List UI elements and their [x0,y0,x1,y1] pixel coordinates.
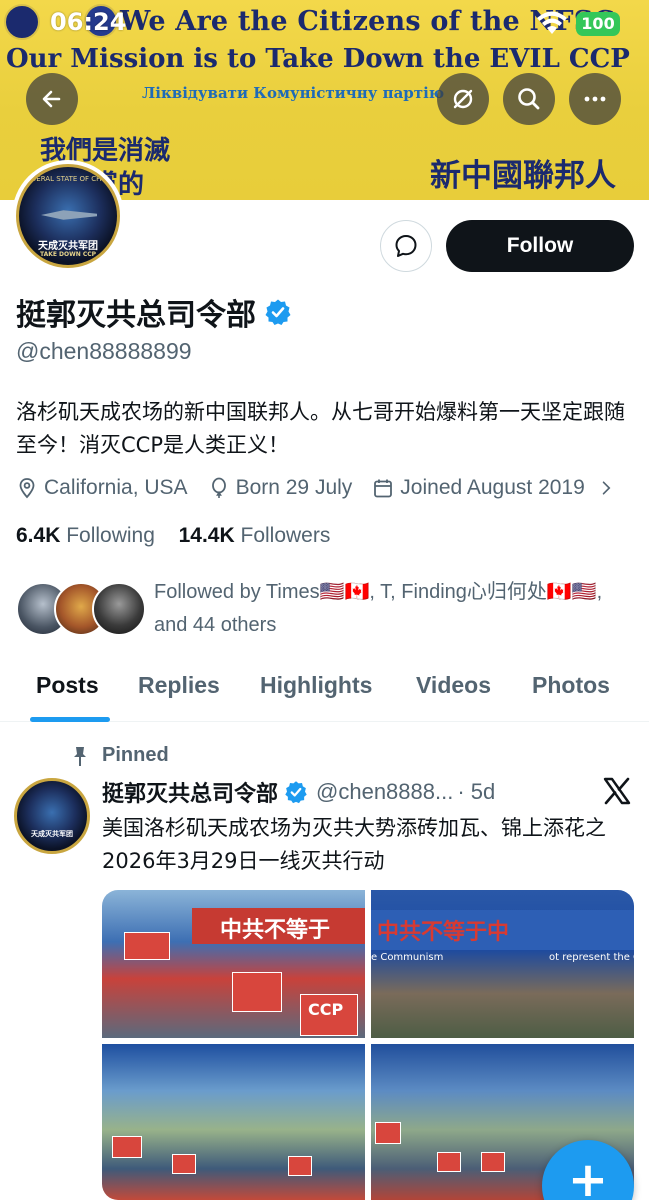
search-icon [518,88,540,110]
back-button[interactable] [26,73,78,125]
avatar-text-main: 天成灭共军团 [38,241,98,252]
followed-by-avatars[interactable] [16,582,146,636]
post-photo-1[interactable]: 中共不等于 CCP [102,890,365,1038]
profile-tabs: Posts Replies Highlights Videos Photos [0,662,649,722]
followers-link[interactable]: 14.4K Followers [179,524,331,547]
tab-posts[interactable]: Posts [36,672,99,699]
chevron-right-icon[interactable] [597,479,615,497]
post-photo-3[interactable] [102,1044,365,1200]
joined-text: Joined August 2019 [400,476,585,499]
location-text: California, USA [44,476,188,499]
location-pin-icon [19,478,35,499]
plus-icon: + [567,1152,609,1200]
profile-stats: 6.4K Following 14.4K Followers [16,524,330,548]
post-handle[interactable]: @chen8888... [316,779,453,805]
joined-item: Joined August 2019 [372,476,585,500]
photo-2-subtext-2: ot represent the C [549,952,634,963]
verified-badge-icon[interactable] [264,298,292,326]
protest-sign [172,1154,196,1174]
pinned-text: Pinned [102,744,169,766]
avatar [92,582,146,636]
tab-highlights[interactable]: Highlights [260,672,372,699]
x-logo-icon[interactable] [602,776,632,806]
protest-sign [375,1122,401,1144]
post-text: 美国洛杉矶天成农场为灭共大势添砖加瓦、锦上添花之2026年3月29日一线灭共行动 [102,816,606,873]
follow-button[interactable]: Follow [446,220,634,272]
protest-sign [112,1136,142,1158]
following-link[interactable]: 6.4K Following [16,524,155,547]
post-avatar-text: 天成灭共军团 [31,830,73,838]
avatar-text-sub: TAKE DOWN CCP [39,251,97,258]
profile-bio: 洛杉矶天成农场的新中国联邦人。从七哥开始爆料第一天坚定跟随至今！消灭CCP是人类… [16,400,625,457]
post-author[interactable]: 挺郭灭共总司令部 [102,776,278,808]
pin-icon [74,746,86,766]
search-button[interactable] [503,73,555,125]
wifi-icon [537,11,567,34]
banner-line-2: Our Mission is to Take Down the EVIL CCP [6,44,630,74]
battery-indicator: 100 [576,12,620,36]
display-name: 挺郭灭共总司令部 [16,290,292,334]
tab-videos[interactable]: Videos [416,672,491,699]
banner-line-3: Ліквідувати Комуністичну партію [142,84,445,102]
tab-replies[interactable]: Replies [138,672,220,699]
profile-meta: California, USA Born 29 July Joined Augu… [16,476,621,500]
tab-photos[interactable]: Photos [532,672,610,699]
active-tab-indicator [30,717,110,722]
pinned-label: Pinned [70,744,169,767]
birthday-item: Born 29 July [208,476,353,500]
birthday-text: Born 29 July [235,476,353,499]
post-avatar[interactable]: 天成灭共军团 [14,778,90,854]
protest-sign [288,1156,312,1176]
message-button[interactable] [380,220,432,272]
jet-icon [41,210,97,220]
photo-2-text: 中共不等于中 [377,920,510,945]
balloon-icon [211,477,226,498]
profile-handle: @chen88888899 [16,338,192,364]
verified-badge-icon [285,781,307,804]
emblem-icon [4,4,40,40]
more-icon [584,96,606,102]
protest-sign [481,1152,505,1172]
post-header: 挺郭灭共总司令部 @chen8888... · 5d [102,776,495,808]
post-photo-2[interactable]: 中共不等于中 e Communism ot represent the C [371,890,634,1038]
profile-avatar[interactable]: FEDERAL STATE OF CHINA 天成灭共军团 TAKE DOWN … [12,160,124,272]
followers-count: 14.4K [178,524,235,547]
following-count: 6.4K [16,524,61,547]
avatar-text-top: FEDERAL STATE OF CHINA [22,175,114,183]
message-icon [395,235,417,257]
more-button[interactable] [569,73,621,125]
photo-2-subtext: e Communism [371,952,444,963]
location-item: California, USA [16,476,188,500]
display-name-text: 挺郭灭共总司令部 [16,298,256,333]
no-translate-icon [453,89,473,109]
protest-sign [232,972,282,1012]
followed-by-text[interactable]: Followed by Times🇺🇸🇨🇦, T, Finding心归何处🇨🇦🇺… [154,576,634,642]
photo-1-text: 中共不等于 [220,918,331,943]
arrow-left-icon [42,90,61,108]
translate-button[interactable] [437,73,489,125]
post-time[interactable]: · 5d [457,779,495,805]
calendar-icon [374,479,393,498]
sign-text: CCP [308,1000,344,1019]
avatar-emblem: FEDERAL STATE OF CHINA 天成灭共军团 TAKE DOWN … [16,164,120,268]
followers-label: Followers [240,524,331,547]
following-label: Following [66,524,155,547]
banner-cn-right: 新中國聯邦人 [430,158,616,194]
protest-sign [437,1152,461,1172]
status-time: 06:24 [50,8,127,36]
protest-sign [124,932,170,960]
